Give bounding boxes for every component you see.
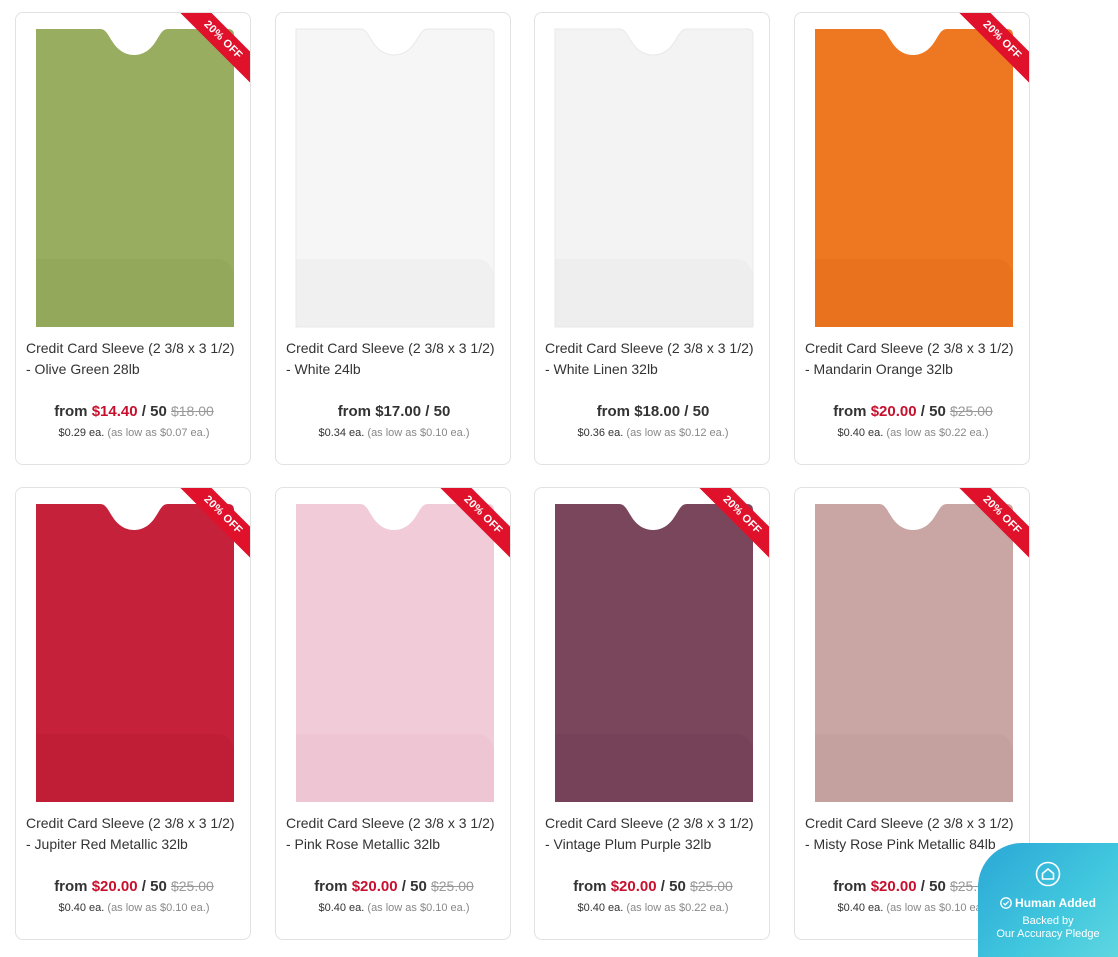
unit-price: $0.40 ea. [58, 902, 105, 914]
product-title[interactable]: Credit Card Sleeve (2 3/8 x 3 1/2) - Whi… [286, 338, 502, 380]
product-card[interactable]: 20% OFF Credit Card Sleeve (2 3/8 x 3 1/2… [275, 487, 511, 940]
price-from-label: from [54, 403, 88, 420]
unit-price-line: $0.36 ea. (as low as $0.12 ea.) [535, 427, 769, 439]
product-card[interactable]: 20% OFF Credit Card Sleeve (2 3/8 x 3 1/2… [15, 487, 251, 940]
lowest-unit-price: (as low as $0.22 ea.) [886, 427, 989, 439]
price-from-label: from [833, 403, 867, 420]
discount-ribbon: 20% OFF [434, 488, 510, 564]
lowest-unit-price: (as low as $0.10 ea.) [367, 902, 470, 914]
discount-ribbon: 20% OFF [174, 13, 250, 89]
discount-ribbon: 20% OFF [693, 488, 769, 564]
pledge-line2: Our Accuracy Pledge [996, 928, 1100, 940]
price-value: $20.00 [610, 878, 657, 895]
product-image[interactable] [288, 27, 500, 329]
product-title[interactable]: Credit Card Sleeve (2 3/8 x 3 1/2) - Pin… [286, 813, 502, 855]
discount-badge-text: 20% OFF [955, 488, 1029, 562]
price-from-label: from [337, 403, 372, 420]
product-title[interactable]: Credit Card Sleeve (2 3/8 x 3 1/2) - Jup… [26, 813, 242, 855]
product-title[interactable]: Credit Card Sleeve (2 3/8 x 3 1/2) - Mis… [805, 813, 1021, 855]
price-value: $20.00 [870, 403, 917, 420]
unit-price: $0.40 ea. [318, 902, 365, 914]
lowest-unit-price: (as low as $0.12 ea.) [626, 427, 729, 439]
price-value: $14.40 [91, 403, 138, 420]
price-unit: / 50 [141, 403, 167, 420]
price-unit: / 50 [920, 403, 946, 420]
price-unit: / 50 [660, 878, 686, 895]
card-sleeve-image [295, 28, 495, 328]
original-price: $25.00 [430, 878, 474, 894]
discount-ribbon: 20% OFF [953, 488, 1029, 564]
unit-price: $0.29 ea. [58, 427, 105, 439]
price-line: from $20.00 / 50 $25.00 [276, 878, 510, 895]
price-unit: / 50 [684, 403, 710, 420]
price-value: $20.00 [351, 878, 398, 895]
product-title[interactable]: Credit Card Sleeve (2 3/8 x 3 1/2) - Oli… [26, 338, 242, 380]
unit-price: $0.40 ea. [837, 427, 884, 439]
product-image[interactable] [547, 27, 759, 329]
discount-badge-text: 20% OFF [695, 488, 769, 562]
pledge-headline: Human Added [978, 896, 1118, 910]
unit-price-line: $0.29 ea. (as low as $0.07 ea.) [16, 427, 250, 439]
price-unit: / 50 [425, 403, 451, 420]
unit-price-line: $0.40 ea. (as low as $0.10 ea.) [276, 902, 510, 914]
price-line: from $20.00 / 50 $25.00 [535, 878, 769, 895]
price-value: $20.00 [91, 878, 138, 895]
lowest-unit-price: (as low as $0.10 ea.) [367, 427, 470, 439]
product-card[interactable]: Credit Card Sleeve (2 3/8 x 3 1/2) - Whi… [275, 12, 511, 465]
price-value: $18.00 [634, 403, 681, 420]
unit-price-line: $0.40 ea. (as low as $0.22 ea.) [795, 427, 1029, 439]
lowest-unit-price: (as low as $0.07 ea.) [107, 427, 210, 439]
discount-ribbon: 20% OFF [953, 13, 1029, 89]
product-title[interactable]: Credit Card Sleeve (2 3/8 x 3 1/2) - Vin… [545, 813, 761, 855]
pledge-line1: Backed by [1022, 915, 1074, 927]
price-from-label: from [573, 878, 607, 895]
price-from-label: from [833, 878, 867, 895]
card-sleeve-image [554, 28, 754, 328]
price-line: from $17.00 / 50 [276, 403, 510, 420]
unit-price-line: $0.40 ea. (as low as $0.10 ea.) [16, 902, 250, 914]
pledge-headline-text: Human Added [1015, 896, 1096, 910]
original-price: $25.00 [949, 403, 993, 419]
accuracy-pledge-badge[interactable]: Human Added Backed by Our Accuracy Pledg… [978, 843, 1118, 957]
product-card[interactable]: 20% OFF Credit Card Sleeve (2 3/8 x 3 1/2… [534, 487, 770, 940]
original-price: $18.00 [170, 403, 214, 419]
price-value: $20.00 [870, 878, 917, 895]
product-card[interactable]: Credit Card Sleeve (2 3/8 x 3 1/2) - Whi… [534, 12, 770, 465]
discount-badge-text: 20% OFF [176, 488, 250, 562]
product-grid: 20% OFF Credit Card Sleeve (2 3/8 x 3 1/2… [0, 0, 1118, 957]
discount-badge-text: 20% OFF [176, 13, 250, 87]
product-card[interactable]: 20% OFF Credit Card Sleeve (2 3/8 x 3 1/2… [15, 12, 251, 465]
price-line: from $18.00 / 50 [535, 403, 769, 420]
original-price: $25.00 [689, 878, 733, 894]
price-from-label: from [596, 403, 631, 420]
price-unit: / 50 [401, 878, 427, 895]
price-line: from $20.00 / 50 $25.00 [795, 403, 1029, 420]
unit-price: $0.40 ea. [837, 902, 884, 914]
lowest-unit-price: (as low as $0.10 ea.) [886, 902, 989, 914]
price-from-label: from [54, 878, 88, 895]
check-circle-icon [1000, 897, 1012, 909]
unit-price-line: $0.34 ea. (as low as $0.10 ea.) [276, 427, 510, 439]
price-unit: / 50 [141, 878, 167, 895]
discount-badge-text: 20% OFF [955, 13, 1029, 87]
price-unit: / 50 [920, 878, 946, 895]
price-value: $17.00 [375, 403, 422, 420]
unit-price: $0.36 ea. [577, 427, 624, 439]
original-price: $25.00 [170, 878, 214, 894]
unit-price-line: $0.40 ea. (as low as $0.22 ea.) [535, 902, 769, 914]
pledge-subtext: Backed by Our Accuracy Pledge [978, 915, 1118, 941]
home-shield-icon [1035, 861, 1061, 887]
unit-price: $0.34 ea. [318, 427, 365, 439]
price-from-label: from [314, 878, 348, 895]
price-line: from $20.00 / 50 $25.00 [16, 878, 250, 895]
lowest-unit-price: (as low as $0.22 ea.) [626, 902, 729, 914]
lowest-unit-price: (as low as $0.10 ea.) [107, 902, 210, 914]
price-line: from $14.40 / 50 $18.00 [16, 403, 250, 420]
product-title[interactable]: Credit Card Sleeve (2 3/8 x 3 1/2) - Man… [805, 338, 1021, 380]
product-title[interactable]: Credit Card Sleeve (2 3/8 x 3 1/2) - Whi… [545, 338, 761, 380]
discount-badge-text: 20% OFF [436, 488, 510, 562]
product-card[interactable]: 20% OFF Credit Card Sleeve (2 3/8 x 3 1/2… [794, 12, 1030, 465]
discount-ribbon: 20% OFF [174, 488, 250, 564]
unit-price: $0.40 ea. [577, 902, 624, 914]
